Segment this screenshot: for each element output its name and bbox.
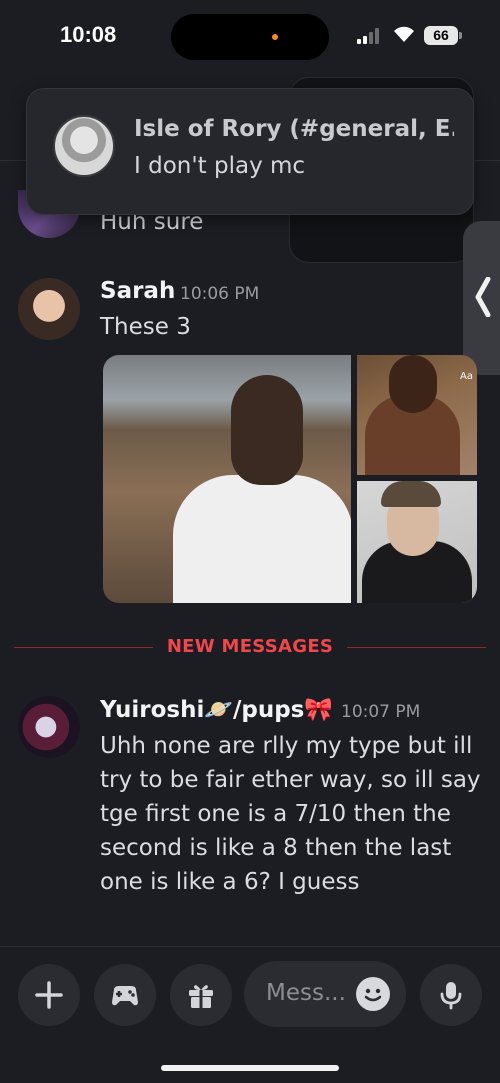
notification-title: Isle of Rory (#general, E... bbox=[134, 116, 454, 142]
status-bar: 10:08 66 bbox=[0, 0, 500, 72]
notification-banner[interactable]: Isle of Rory (#general, E... I don't pla… bbox=[26, 88, 474, 215]
new-messages-divider: NEW MESSAGES bbox=[0, 636, 500, 657]
gift-icon bbox=[189, 985, 213, 1008]
composer-divider bbox=[0, 946, 500, 947]
message-text: These 3 bbox=[100, 314, 191, 340]
message-line: Uhh none are rlly my type but ill bbox=[100, 733, 473, 759]
avatar[interactable] bbox=[18, 696, 80, 758]
message-text: Uhh none are rlly my type but ill try to… bbox=[100, 729, 481, 899]
chevron-left-icon bbox=[475, 277, 491, 317]
message-input-placeholder: Mess... bbox=[266, 980, 346, 1006]
plus-icon bbox=[35, 981, 63, 1009]
gift-button[interactable] bbox=[170, 964, 232, 1026]
message-author[interactable]: Yuiroshi🪐/pups🎀 bbox=[100, 696, 333, 723]
notification-body: I don't play mc bbox=[134, 153, 306, 179]
avatar[interactable] bbox=[18, 278, 80, 340]
attachment-image-3[interactable] bbox=[357, 481, 477, 603]
message-input[interactable]: Mess... bbox=[244, 961, 406, 1027]
smiley-icon bbox=[364, 988, 382, 1002]
voice-message-button[interactable] bbox=[420, 964, 482, 1026]
home-indicator[interactable] bbox=[161, 1065, 339, 1071]
status-time: 10:08 bbox=[60, 22, 117, 47]
message-timestamp: 10:06 PM bbox=[180, 284, 260, 304]
new-messages-label: NEW MESSAGES bbox=[152, 636, 348, 657]
text-size-icon: Aa bbox=[460, 371, 473, 382]
message-timestamp: 10:07 PM bbox=[341, 702, 421, 722]
message-line: second is like a 8 then the last bbox=[100, 835, 452, 861]
attachment-image-2[interactable]: Aa bbox=[357, 355, 477, 475]
attachment-image-1[interactable] bbox=[103, 355, 351, 603]
message-line: one is like a 6? I guess bbox=[100, 869, 360, 895]
wifi-icon bbox=[394, 26, 414, 42]
battery-indicator: 66 bbox=[424, 26, 458, 45]
privacy-indicator-dot bbox=[272, 34, 278, 40]
message-author[interactable]: Sarah bbox=[100, 278, 175, 304]
cellular-signal-icon bbox=[357, 28, 383, 44]
gamepad-icon bbox=[112, 986, 138, 1006]
battery-cap bbox=[459, 32, 462, 39]
add-attachment-button[interactable] bbox=[18, 964, 80, 1026]
message-line: tge first one is a 7/10 then the bbox=[100, 801, 451, 827]
activities-button[interactable] bbox=[94, 964, 156, 1026]
emoji-button[interactable] bbox=[356, 977, 390, 1011]
notification-server-avatar bbox=[53, 115, 115, 177]
microphone-icon bbox=[440, 982, 462, 1010]
side-panel-handle[interactable] bbox=[463, 221, 500, 375]
message-line: try to be fair ether way, so ill say bbox=[100, 767, 481, 793]
dynamic-island bbox=[171, 14, 329, 60]
